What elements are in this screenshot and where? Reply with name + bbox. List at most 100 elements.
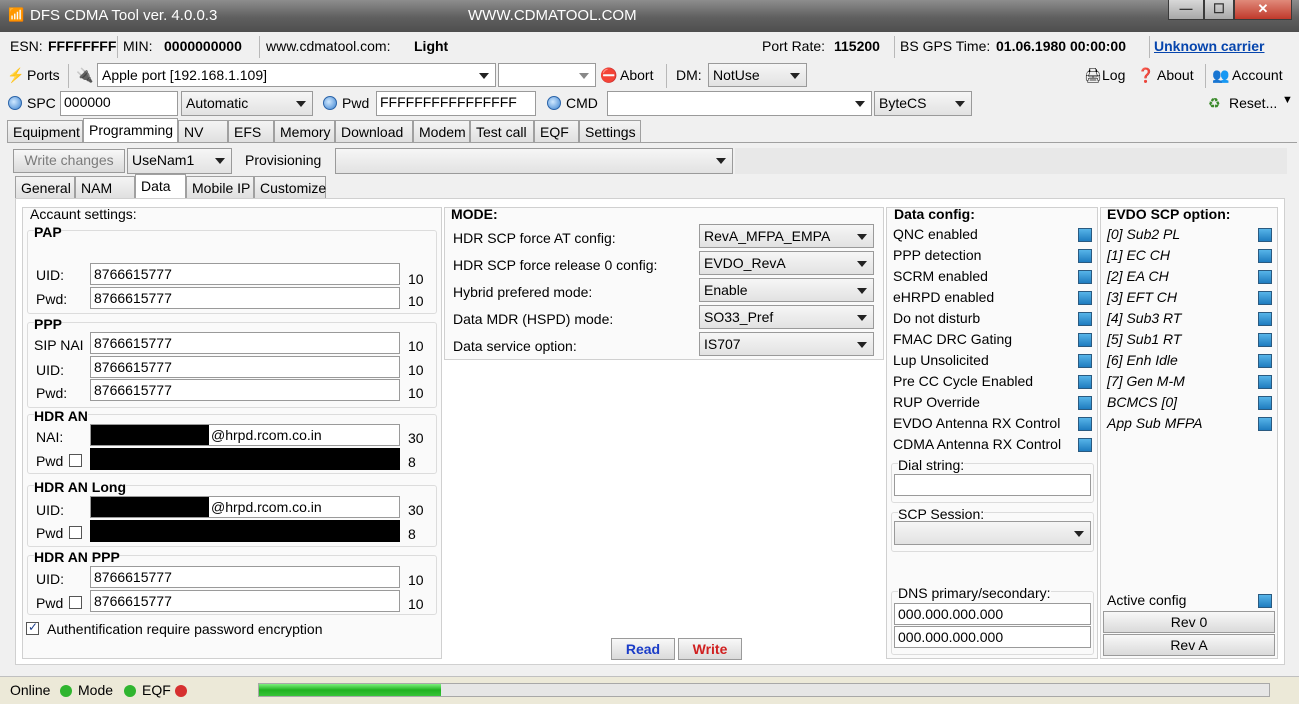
ppp-pwd-length: 10 [408,385,424,401]
hybrid-mode-select[interactable]: Enable [699,278,874,302]
hdr-scp-release0-select[interactable]: EVDO_RevA [699,251,874,275]
tab-modem[interactable]: Modem [413,120,470,142]
port-extra-select[interactable] [498,63,596,87]
reset-chevron-icon[interactable]: ▼ [1282,94,1293,106]
pap-pwd-input[interactable]: 8766615777 [90,287,400,309]
account-button[interactable]: Account [1232,67,1283,83]
hdr-an-ppp-pwd-checkbox[interactable] [69,596,82,609]
fmac-drc-checkbox[interactable] [1078,333,1092,347]
tab-memory[interactable]: Memory [274,120,335,142]
dns-primary-input[interactable]: 000.000.000.000 [894,603,1091,625]
hdr-an-ppp-group: HDR AN PPP UID: 8766615777 10 Pwd 876661… [27,549,437,615]
scp-session-select[interactable] [894,521,1091,545]
hdr-an-pwd-input[interactable] [90,448,400,470]
reva-button[interactable]: Rev A [1103,634,1275,656]
dial-string-input[interactable] [894,474,1091,496]
dns-secondary-input[interactable]: 000.000.000.000 [894,626,1091,648]
ppp-detection-checkbox[interactable] [1078,249,1092,263]
pwd-input[interactable]: FFFFFFFFFFFFFFFF [376,91,536,116]
spc-mode-select[interactable]: Automatic [181,91,313,116]
tab-settings[interactable]: Settings [579,120,641,142]
active-config-checkbox[interactable] [1258,594,1272,608]
bytecs-select[interactable]: ByteCS [874,91,972,116]
minimize-button[interactable]: — [1168,0,1204,20]
hdr-an-long-pwd-checkbox[interactable] [69,526,82,539]
tab-eqf[interactable]: EQF [534,120,579,142]
spc-radio-icon[interactable] [8,96,22,110]
evdo-opt-0-checkbox[interactable] [1258,228,1272,242]
info-bar: ESN: FFFFFFFF MIN: 0000000000 www.cdmato… [0,34,1299,60]
auth-encryption-checkbox[interactable] [26,620,39,635]
subtab-data[interactable]: Data [135,174,186,198]
data-service-option-select[interactable]: IS707 [699,332,874,356]
hdr-an-long-pwd-input[interactable] [90,520,400,542]
lup-unsolicited-checkbox[interactable] [1078,354,1092,368]
spc-input[interactable]: 000000 [60,91,178,116]
tab-nv[interactable]: NV [178,120,228,142]
do-not-disturb-checkbox[interactable] [1078,312,1092,326]
port-select[interactable]: Apple port [192.168.1.109] [97,63,496,87]
subtab-general[interactable]: General [15,176,75,198]
log-button[interactable]: Log [1102,67,1125,83]
evdo-opt-4-checkbox[interactable] [1258,312,1272,326]
about-button[interactable]: About [1157,67,1194,83]
ppp-pwd-input[interactable]: 8766615777 [90,379,400,401]
provisioning-label: Provisioning [245,152,322,168]
hdr-an-ppp-uid-input[interactable]: 8766615777 [90,566,400,588]
carrier-link[interactable]: Unknown carrier [1154,38,1264,54]
reset-button[interactable]: Reset... [1229,95,1277,111]
maximize-button[interactable]: ☐ [1204,0,1234,20]
subtab-mobile-ip[interactable]: Mobile IP [186,176,254,198]
pap-pwd-label: Pwd: [36,291,68,307]
hdr-an-nai-input[interactable]: @hrpd.rcom.co.in [90,424,400,446]
scrm-enabled-checkbox[interactable] [1078,270,1092,284]
ppp-uid-input[interactable]: 8766615777 [90,356,400,378]
cmd-select[interactable] [607,91,872,116]
hdr-an-long-uid-input[interactable]: @hrpd.rcom.co.in [90,496,400,518]
evdo-opt-2-checkbox[interactable] [1258,270,1272,284]
port-rate-value: 115200 [834,38,880,54]
hdr-an-pwd-checkbox[interactable] [69,454,82,467]
ports-button[interactable]: Ports [27,67,60,83]
dm-select[interactable]: NotUse [708,63,807,87]
abort-button[interactable]: Abort [620,67,653,83]
evdo-opt-7-checkbox[interactable] [1258,375,1272,389]
evdo-opt-9-checkbox[interactable] [1258,417,1272,431]
evdo-opt-3-checkbox[interactable] [1258,291,1272,305]
rev0-button[interactable]: Rev 0 [1103,611,1275,633]
nam-select[interactable]: UseNam1 [127,148,232,174]
pwd-radio-icon[interactable] [323,96,337,110]
evdo-antenna-checkbox[interactable] [1078,417,1092,431]
evdo-opt-7-label: [7] Gen M-M [1107,373,1185,389]
hdr-an-ppp-pwd-input[interactable]: 8766615777 [90,590,400,612]
tab-download[interactable]: Download [335,120,413,142]
pre-cc-cycle-checkbox[interactable] [1078,375,1092,389]
tab-efs[interactable]: EFS [228,120,274,142]
read-button[interactable]: Read [611,638,675,660]
hdr-scp-at-config-select[interactable]: RevA_MFPA_EMPA [699,224,874,248]
tab-programming[interactable]: Programming [83,118,178,142]
pap-uid-input[interactable]: 8766615777 [90,263,400,285]
qnc-enabled-checkbox[interactable] [1078,228,1092,242]
cdma-antenna-checkbox[interactable] [1078,438,1092,452]
subtab-customize[interactable]: Customize [254,176,326,198]
evdo-opt-6-checkbox[interactable] [1258,354,1272,368]
ppp-sip-length: 10 [408,338,424,354]
data-mdr-mode-select[interactable]: SO33_Pref [699,305,874,329]
write-button[interactable]: Write [678,638,742,660]
close-button[interactable]: ✕ [1234,0,1292,20]
write-changes-button[interactable]: Write changes [13,149,125,173]
ehrpd-enabled-checkbox[interactable] [1078,291,1092,305]
evdo-opt-5-checkbox[interactable] [1258,333,1272,347]
provisioning-select[interactable] [335,148,733,174]
tab-equipment[interactable]: Equipment [7,120,83,142]
evdo-opt-6-label: [6] Enh Idle [1107,352,1178,368]
tab-test-call[interactable]: Test call [470,120,534,142]
evdo-opt-8-checkbox[interactable] [1258,396,1272,410]
rup-override-checkbox[interactable] [1078,396,1092,410]
ppp-sip-input[interactable]: 8766615777 [90,332,400,354]
subtab-nam[interactable]: NAM [75,176,135,198]
cmd-radio-icon[interactable] [547,96,561,110]
ppp-pwd-label: Pwd: [36,385,68,401]
evdo-opt-1-checkbox[interactable] [1258,249,1272,263]
